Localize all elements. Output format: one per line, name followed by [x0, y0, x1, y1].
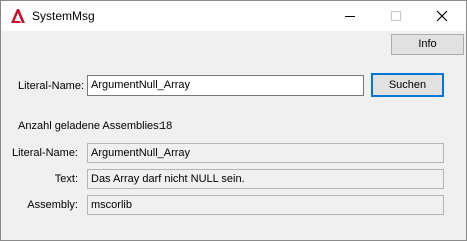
info-button[interactable]: Info — [391, 34, 464, 55]
client-area: Info Literal-Name: ArgumentNull_Array Su… — [1, 31, 466, 240]
title-bar[interactable]: SystemMsg — [1, 1, 466, 31]
autocad-a-icon — [10, 8, 26, 24]
close-button[interactable] — [419, 1, 465, 31]
search-literal-label: Literal-Name: — [18, 80, 85, 92]
assemblies-count-value: 18 — [160, 120, 173, 132]
maximize-icon — [391, 11, 401, 21]
minimize-icon — [345, 16, 355, 17]
maximize-button[interactable] — [373, 1, 419, 31]
window-title: SystemMsg — [32, 9, 95, 23]
result-text-label: Text: — [54, 173, 78, 185]
system-msg-window: SystemMsg Info Literal-Name: ArgumentNul… — [0, 0, 467, 241]
minimize-button[interactable] — [327, 1, 373, 31]
result-literal-field[interactable]: ArgumentNull_Array — [87, 143, 444, 163]
assemblies-count-label: Anzahl geladene Assemblies: — [18, 120, 162, 132]
result-literal-label: Literal-Name: — [11, 147, 78, 159]
search-button[interactable]: Suchen — [371, 73, 444, 97]
result-assembly-label: Assembly: — [27, 199, 78, 211]
result-text-field[interactable]: Das Array darf nicht NULL sein. — [87, 169, 444, 189]
close-icon — [436, 10, 448, 22]
result-assembly-field[interactable]: mscorlib — [87, 195, 444, 215]
literal-name-input[interactable]: ArgumentNull_Array — [87, 75, 364, 96]
